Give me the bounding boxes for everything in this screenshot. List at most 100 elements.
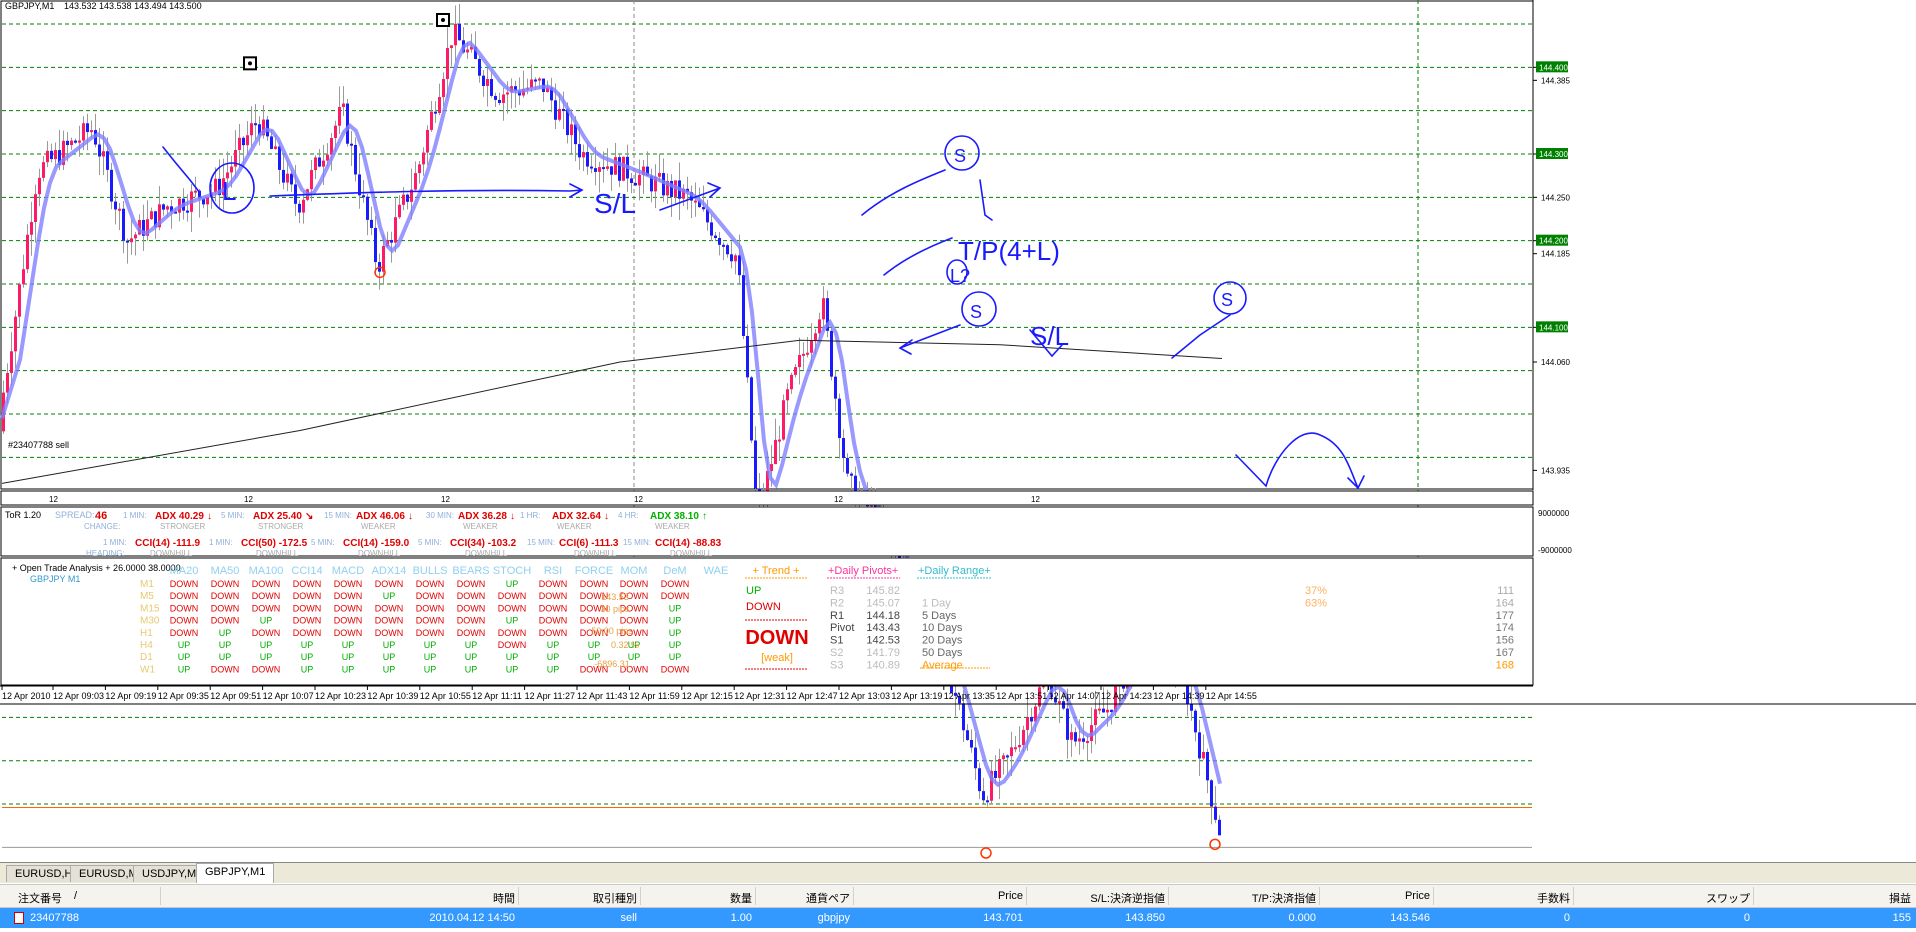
signal-cell: DOWN <box>334 603 363 613</box>
column-header[interactable]: 時間 <box>493 890 515 906</box>
pivot-label: R2 <box>830 597 844 609</box>
candle-body <box>342 103 345 107</box>
candle-body <box>806 352 809 355</box>
mini-axis-panel: 12 12 12 12 12 12 <box>0 490 1534 506</box>
row-cell-symbol: gbpjpy <box>817 912 850 924</box>
cci-timeframe: 5 MIN: <box>311 538 335 547</box>
sort-indicator-icon: / <box>74 890 78 902</box>
pivot-label: S1 <box>830 635 843 647</box>
column-header[interactable]: 数量 <box>730 890 752 906</box>
spread-value: 46 <box>95 510 107 522</box>
indicator-column-header: BULLS <box>413 565 448 577</box>
candle-body <box>290 173 293 185</box>
range-value: 156 <box>1496 635 1514 647</box>
column-header[interactable]: S/L:決済逆指値 <box>1090 890 1165 906</box>
signal-cell: DOWN <box>375 579 404 589</box>
signal-cell: DOWN <box>539 579 568 589</box>
annotation-text: L? <box>950 266 970 286</box>
candle-body <box>22 269 25 285</box>
candle-body <box>1066 708 1069 740</box>
column-header[interactable]: Price <box>1405 890 1430 902</box>
column-header[interactable]: 注文番号 <box>18 890 62 906</box>
candle-body <box>1070 732 1073 740</box>
candle-body <box>110 169 113 202</box>
signal-cell: DOWN <box>620 579 649 589</box>
candle-body <box>250 123 253 136</box>
candle-body <box>14 316 17 352</box>
column-header[interactable]: 損益 <box>1889 890 1911 906</box>
signal-cell: UP <box>301 664 314 674</box>
signal-cell: UP <box>424 640 437 650</box>
candle-body <box>426 129 429 153</box>
column-header[interactable]: 取引種別 <box>593 890 637 906</box>
timeframe-label: H4 <box>140 640 153 651</box>
candle-body <box>438 97 441 114</box>
candle-body <box>622 156 625 181</box>
analysis-overlay-text: 143.53 <box>601 592 629 602</box>
price-label: 144.250 <box>1541 193 1570 202</box>
timeframe-label: W1 <box>140 664 155 675</box>
signal-cell: DOWN <box>170 579 199 589</box>
column-divider[interactable] <box>755 887 756 905</box>
chart-canvas[interactable]: L S/LST/P(4+L)L?SS/LS 144.400144.385144.3… <box>0 0 1916 932</box>
signal-cell: DOWN <box>211 591 240 601</box>
column-header[interactable]: T/P:決済指値 <box>1252 890 1316 906</box>
signal-cell: DOWN <box>457 591 486 601</box>
time-label: 12 Apr 13:51 <box>996 691 1047 701</box>
signal-cell: DOWN <box>457 603 486 613</box>
column-header[interactable]: 通貨ペア <box>806 890 850 906</box>
cci-direction: DOWNHILL <box>465 549 508 558</box>
trend-strength: [weak] <box>761 652 793 664</box>
terminal-panel: 注文番号 時間 取引種別 数量 通貨ペア Price S/L:決済逆指値 T/P:決済指値 Pr… <box>0 884 1916 932</box>
price-label: 144.060 <box>1541 358 1570 367</box>
column-divider[interactable] <box>1026 887 1027 905</box>
column-divider[interactable] <box>518 887 519 905</box>
candle-body <box>298 203 301 213</box>
adx-value: ADX 38.10 <box>650 511 699 522</box>
row-cell-order: 23407788 <box>30 912 79 924</box>
signal-cell: DOWN <box>211 579 240 589</box>
candle-body <box>986 800 989 803</box>
range-value: 174 <box>1496 622 1514 634</box>
fractal-dot <box>441 18 445 22</box>
column-divider[interactable] <box>1433 887 1434 905</box>
column-divider[interactable] <box>853 887 854 905</box>
time-label: 12 Apr 11:43 <box>577 691 627 701</box>
column-header[interactable]: Price <box>998 890 1023 902</box>
column-divider[interactable] <box>640 887 641 905</box>
candle-body <box>982 791 985 801</box>
tab-gbpjpy-m1[interactable]: GBPJPY,M1 <box>196 863 275 883</box>
row-cell-time: 2010.04.12 14:50 <box>429 912 515 924</box>
candle-body <box>814 333 817 341</box>
candle-body <box>1018 745 1021 748</box>
column-divider[interactable] <box>160 887 161 905</box>
table-row[interactable]: 23407788 2010.04.12 14:50 sell 1.00 gbpjpy 14… <box>0 908 1916 928</box>
candle-body <box>162 204 165 210</box>
column-divider[interactable] <box>1573 887 1574 905</box>
candle-body <box>26 234 29 270</box>
candle-body <box>562 108 565 111</box>
chart-tab-bar: EURUSD,H1 EURUSD,M1 USDJPY,M1 GBPJPY,M1 <box>0 862 1916 883</box>
candle-body <box>978 768 981 792</box>
analysis-overlay-text: -6896.31 <box>594 659 630 669</box>
indicator-column-header: WAE <box>704 565 729 577</box>
candle-body <box>1194 710 1197 733</box>
time-label: 12 Apr 14:39 <box>1153 691 1204 701</box>
indicator-column-header: MA100 <box>249 565 284 577</box>
column-header[interactable]: 手数料 <box>1537 890 1570 906</box>
indicator-column-header: STOCH <box>493 565 531 577</box>
column-divider[interactable] <box>1753 887 1754 905</box>
adx-timeframe: 30 MIN: <box>426 511 454 520</box>
adx-status: STRONGER <box>160 522 206 531</box>
adx-status: WEAKER <box>463 522 498 531</box>
candle-body <box>790 374 793 390</box>
column-header[interactable]: スワップ <box>1706 890 1750 906</box>
candle-body <box>338 106 341 126</box>
candle-body <box>442 79 445 98</box>
candle-body <box>486 79 489 86</box>
candle-body <box>658 173 661 177</box>
adx-value: ADX 40.29 <box>155 511 204 522</box>
candle-body <box>1210 780 1213 807</box>
column-divider[interactable] <box>1319 887 1320 905</box>
column-divider[interactable] <box>1168 887 1169 905</box>
